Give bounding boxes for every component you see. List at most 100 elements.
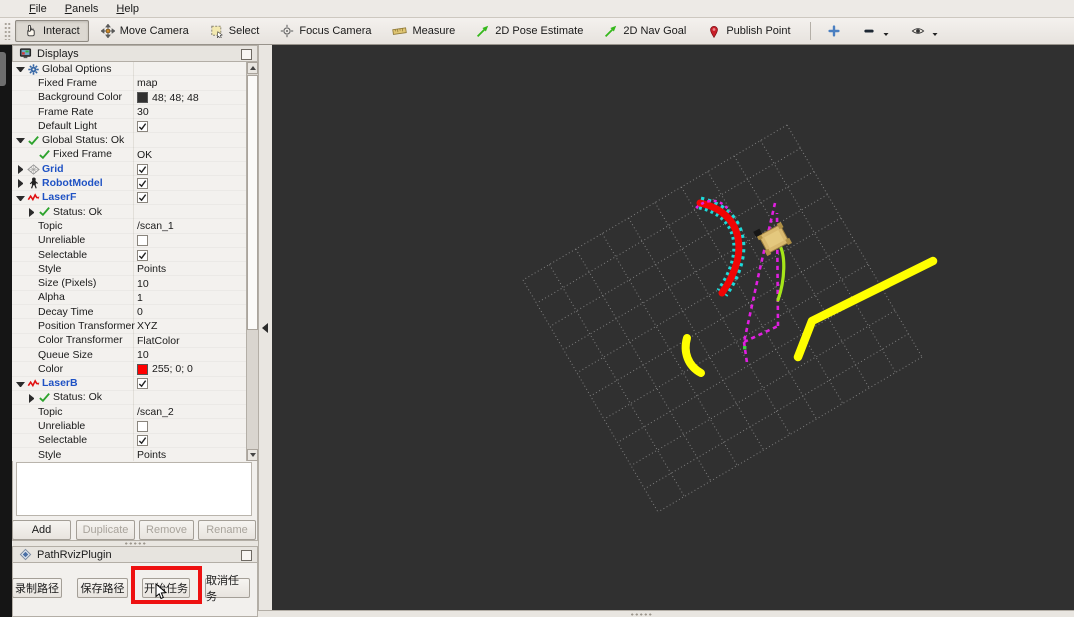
path-plugin-header[interactable]: PathRvizPlugin [12,546,258,563]
tree-row-status-ok[interactable]: Status: Ok [12,391,246,405]
tool-focus-camera[interactable]: Focus Camera [271,20,380,42]
add-button[interactable]: Add [12,520,71,540]
tree-row-value[interactable]: 48; 48; 48 [137,91,199,105]
tree-row-decay-time[interactable]: Decay Time 0 [12,305,246,319]
expander-open-icon[interactable] [16,138,25,147]
tree-row-queue-size[interactable]: Queue Size 10 [12,348,246,362]
add-tool-plus-button[interactable] [818,20,850,42]
tree-row-value[interactable]: /scan_1 [137,219,174,233]
remove-tool-minus-button[interactable] [853,20,899,42]
expander-closed-icon[interactable] [29,207,38,217]
tree-row-value[interactable]: /scan_2 [137,405,174,419]
tree-row-global-options[interactable]: Global Options [12,62,246,76]
scrollbar-thumb[interactable] [247,75,258,330]
tree-row-value[interactable] [137,377,148,391]
scrollbar-down-button[interactable] [247,449,258,461]
expander-closed-icon[interactable] [18,165,27,175]
tree-row-value[interactable] [137,119,148,133]
tree-row-value[interactable]: OK [137,148,152,162]
tool-measure[interactable]: Measure [383,20,464,42]
tree-row-size-pixels[interactable]: Size (Pixels) 10 [12,276,246,290]
tree-row-alpha[interactable]: Alpha 1 [12,291,246,305]
tree-row-value[interactable]: 10 [137,276,149,290]
tree-row-value[interactable] [137,248,148,262]
tree-row-value[interactable]: 1 [137,291,143,305]
tree-row-global-status-ok[interactable]: Global Status: Ok [12,133,246,147]
checkbox-checked[interactable] [137,120,148,132]
tree-row-value[interactable]: FlatColor [137,334,180,348]
tree-row-value[interactable]: Points [137,448,166,461]
tree-row-value[interactable]: 30 [137,105,149,119]
tree-row-status-ok[interactable]: Status: Ok [12,205,246,219]
tool-interact[interactable]: Interact [15,20,89,42]
checkbox-unchecked[interactable] [137,235,148,247]
scrollbar-up-button[interactable] [247,62,258,74]
tree-row-grid[interactable]: Grid [12,162,246,176]
path-plugin-button-4[interactable]: 取消任务 [205,575,250,603]
tree-row-value[interactable]: 0 [137,305,143,319]
tree-row-style[interactable]: Style Points [12,262,246,276]
tree-row-background-color[interactable]: Background Color 48; 48; 48 [12,91,246,105]
tree-row-style[interactable]: Style Points [12,448,246,461]
tree-row-value[interactable] [137,191,148,205]
bottom-panel-splitter[interactable] [258,610,1074,617]
path-plugin-button-2[interactable]: 保存路径 [77,578,128,598]
tree-row-value[interactable] [137,419,148,433]
displays-panel-header[interactable]: Displays [12,45,258,62]
checkbox-checked[interactable] [137,378,148,390]
tree-row-unreliable[interactable]: Unreliable [12,419,246,433]
expander-open-icon[interactable] [16,195,25,205]
tree-scrollbar[interactable] [246,62,258,461]
dropdown-arrow-icon[interactable] [882,30,890,38]
menu-panels[interactable]: Panels [56,2,108,16]
tree-row-value[interactable]: XYZ [137,319,157,333]
checkbox-checked[interactable] [137,192,148,204]
tree-row-topic[interactable]: Topic/scan_1 [12,219,246,233]
tree-row-selectable[interactable]: Selectable [12,434,246,448]
tree-row-value[interactable]: Points [137,262,166,276]
tool-select[interactable]: Select [201,20,269,42]
panel-float-button[interactable] [241,550,252,561]
collapse-panel-arrow-icon[interactable] [262,323,268,333]
tool-properties-eye-button[interactable] [902,20,948,42]
expander-open-icon[interactable] [16,381,25,391]
viewport-splitter[interactable] [258,45,272,610]
expander-closed-icon[interactable] [18,179,27,189]
tool-2d-nav-goal[interactable]: 2D Nav Goal [595,20,695,42]
tree-row-value[interactable] [137,162,148,176]
panel-float-button[interactable] [241,49,252,60]
tree-row-default-light[interactable]: Default Light [12,119,246,133]
expander-open-icon[interactable] [16,67,25,76]
3d-viewport[interactable] [272,45,1074,610]
checkbox-checked[interactable] [137,178,148,190]
tool-2d-pose-estimate[interactable]: 2D Pose Estimate [467,20,592,42]
tree-row-topic[interactable]: Topic/scan_2 [12,405,246,419]
tree-row-value[interactable]: 10 [137,348,149,362]
menu-file[interactable]: File [20,2,56,16]
dropdown-arrow-icon[interactable] [931,30,939,38]
path-plugin-button-1[interactable]: 录制路径 [12,578,62,598]
tree-row-unreliable[interactable]: Unreliable [12,234,246,248]
tree-row-value[interactable] [137,234,148,248]
tree-row-laserf[interactable]: LaserF [12,191,246,205]
tree-row-robotmodel[interactable]: RobotModel [12,176,246,190]
checkbox-checked[interactable] [137,249,148,261]
tree-row-value[interactable]: map [137,76,157,90]
tree-row-fixed-frame[interactable]: Fixed Frame OK [12,148,246,162]
tree-row-fixed-frame[interactable]: Fixed Frame map [12,76,246,90]
checkbox-checked[interactable] [137,435,148,447]
toolbar-drag-handle[interactable] [4,22,11,40]
tree-row-value[interactable]: 255; 0; 0 [137,362,193,376]
tree-row-value[interactable] [137,434,148,448]
checkbox-checked[interactable] [137,163,148,175]
tree-row-color-transformer[interactable]: Color Transformer FlatColor [12,334,246,348]
tree-row-position-transformer[interactable]: Position Transformer XYZ [12,319,246,333]
tree-row-color[interactable]: Color 255; 0; 0 [12,362,246,376]
tool-move-camera[interactable]: Move Camera [92,20,198,42]
tree-row-frame-rate[interactable]: Frame Rate 30 [12,105,246,119]
tree-row-value[interactable] [137,176,148,190]
expander-closed-icon[interactable] [29,393,38,403]
tree-row-laserb[interactable]: LaserB [12,377,246,391]
menu-help[interactable]: Help [107,2,148,16]
tool-publish-point[interactable]: Publish Point [698,20,799,42]
